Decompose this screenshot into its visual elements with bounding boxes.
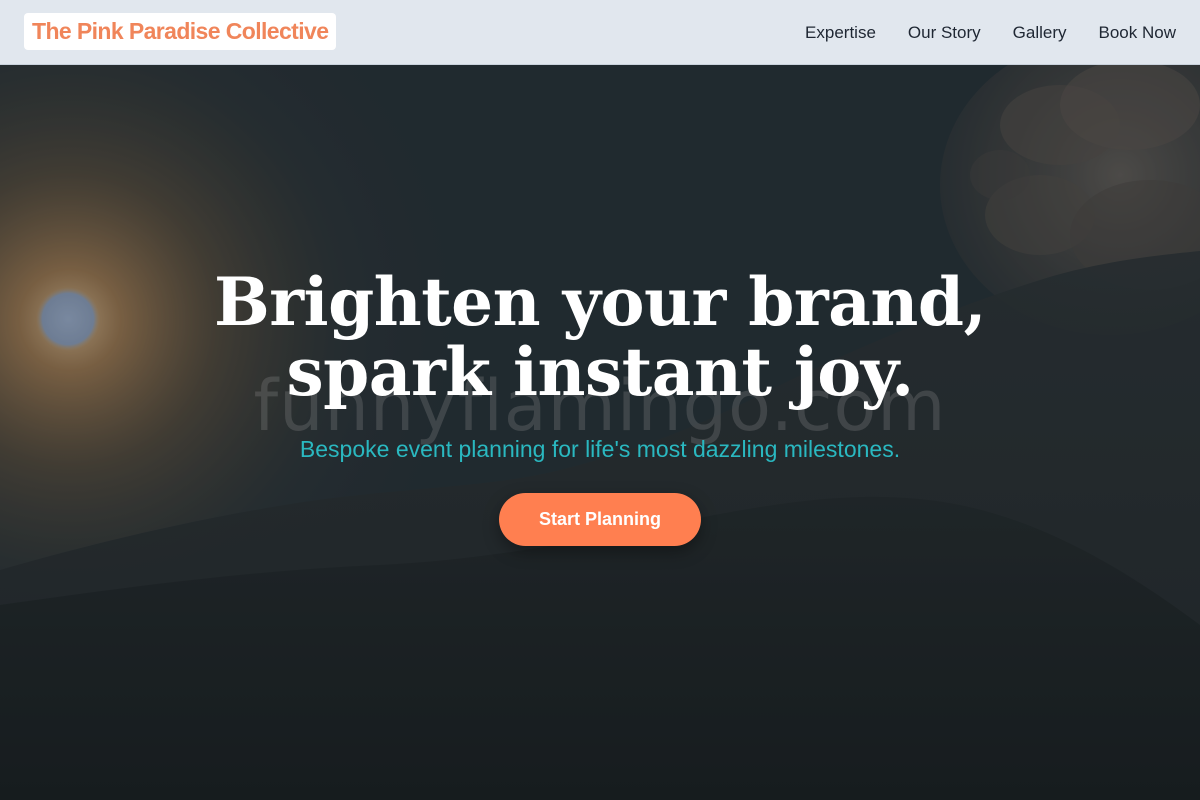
nav-link-book-now[interactable]: Book Now — [1099, 23, 1176, 43]
logo[interactable]: The Pink Paradise Collective — [24, 13, 337, 50]
nav-link-our-story[interactable]: Our Story — [908, 23, 981, 43]
hero-section: Brighten your brand, spark instant joy. … — [0, 65, 1200, 800]
hero-content: Brighten your brand, spark instant joy. … — [0, 65, 1200, 800]
nav-link-gallery[interactable]: Gallery — [1013, 23, 1067, 43]
nav-link-expertise[interactable]: Expertise — [805, 23, 876, 43]
start-planning-button[interactable]: Start Planning — [499, 493, 701, 546]
hero-subtitle: Bespoke event planning for life's most d… — [299, 436, 901, 462]
landing-page: The Pink Paradise Collective Expertise O… — [0, 0, 1200, 800]
site-header: The Pink Paradise Collective Expertise O… — [0, 0, 1200, 65]
hero-title: Brighten your brand, spark instant joy. — [0, 267, 1200, 407]
hero-title-line-1: Brighten your brand, — [213, 263, 987, 341]
main-nav: Expertise Our Story Gallery Book Now — [805, 0, 1176, 65]
hero-title-line-2: spark instant joy. — [286, 333, 914, 411]
